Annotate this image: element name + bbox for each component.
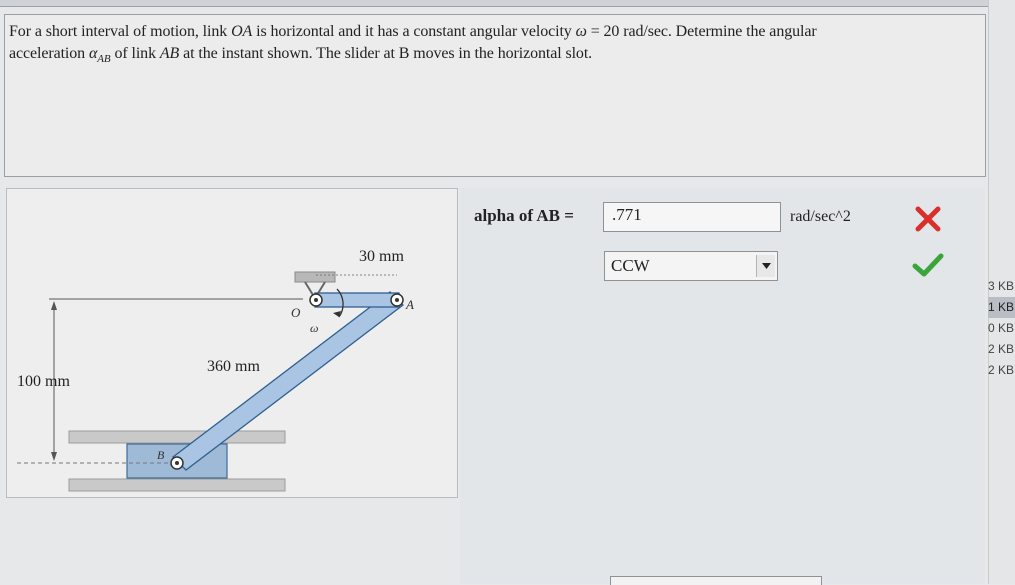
dim-arrow-down [51,452,57,461]
label-omega: ω [310,321,318,335]
question-line-1: For a short interval of motion, link OA … [9,21,984,43]
question-text: For a short interval of motion, link OA … [9,21,984,70]
answer-area [460,188,985,584]
incorrect-x-icon [915,206,941,232]
label-b: B [157,448,165,462]
dim-label-100mm: 100 mm [17,373,70,390]
support-strut [304,281,314,296]
file-size-item: 0 KB [988,321,1015,335]
mechanism-diagram: 30 mm 360 mm 100 mm O A B ω [17,248,414,492]
direction-select[interactable]: CCW [604,251,778,281]
alpha-ab-input[interactable]: .771 [603,202,781,232]
file-size-item: 3 KB [988,279,1015,293]
link-oa-symbol: OA [231,23,253,40]
label-o: O [291,305,301,320]
link-ab-symbol: AB [159,45,180,62]
dim-label-30mm: 30 mm [359,248,404,265]
ground-support [294,271,336,283]
file-size-item: 2 KB [988,363,1015,377]
question-text-part: For a short interval of motion, link [9,23,232,40]
dim-label-360mm: 360 mm [207,358,260,375]
omega-symbol: ω [575,23,587,40]
alpha-subscript: AB [97,53,111,66]
unit-label: rad/sec^2 [790,208,851,225]
chevron-down-icon[interactable] [756,255,775,277]
question-text-part: at the instant shown. The slider at B mo… [179,45,593,62]
question-text-part: is horizontal and it has a constant angu… [252,23,576,40]
file-size-item: 1 KB [988,297,1015,318]
label-a: A [405,297,414,312]
dropdown-triangle [761,263,771,269]
question-box: For a short interval of motion, link OA … [4,14,986,177]
upper-slot-rail [68,430,286,444]
file-size-item: 2 KB [988,342,1015,356]
link-oa [314,292,400,308]
top-rule [0,0,1000,7]
lower-slot-rail [68,478,286,492]
pin-b-center [175,461,179,465]
correct-check-icon [912,253,944,277]
dim-arrow-up [51,301,57,310]
question-text-part: acceleration [9,45,89,62]
direction-selected-value: CCW [611,256,650,275]
question-line-2: acceleration αAB of link AB at the insta… [9,43,984,70]
pin-o-center [314,298,318,302]
file-size-column: 3 KB 1 KB 0 KB 2 KB 2 KB [988,276,1015,381]
question-text-part: of link [110,45,160,62]
link-ab [172,291,404,471]
question-text-part: = 20 rad/sec. Determine the angular [586,23,817,40]
figure-panel: 30 mm 360 mm 100 mm O A B ω [6,188,458,498]
alpha-ab-label: alpha of AB = [474,206,574,225]
pin-a-center [395,298,399,302]
